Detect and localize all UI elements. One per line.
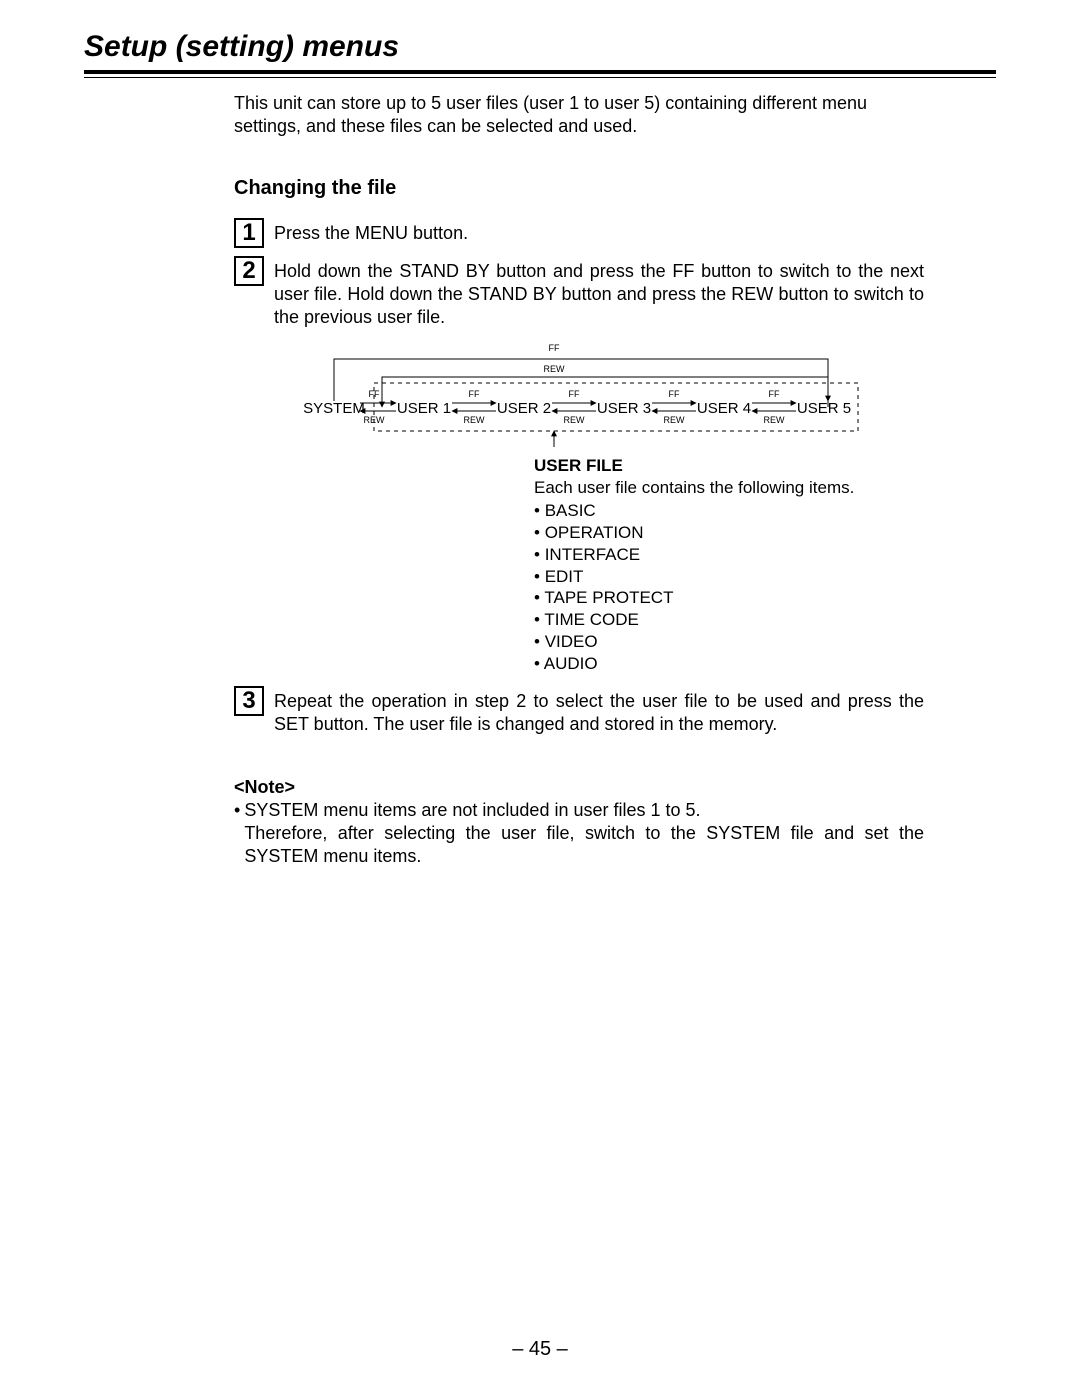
note-heading: <Note> bbox=[234, 776, 924, 799]
step-1: 1 Press the MENU button. bbox=[234, 222, 924, 248]
svg-text:REW: REW bbox=[464, 415, 486, 425]
user-file-item: INTERFACE bbox=[534, 544, 924, 566]
step-1-number: 1 bbox=[234, 218, 264, 248]
diagram-pair-0: FF REW bbox=[360, 389, 396, 425]
page: Setup (setting) menus This unit can stor… bbox=[0, 0, 1080, 1397]
user-file-item: TAPE PROTECT bbox=[534, 587, 924, 609]
section-heading: Changing the file bbox=[234, 176, 924, 202]
content-column: This unit can store up to 5 user files (… bbox=[234, 92, 924, 868]
diagram-label-ff-top: FF bbox=[549, 343, 560, 353]
step-2: 2 Hold down the STAND BY button and pres… bbox=[234, 260, 924, 329]
diagram-label-rew-top: REW bbox=[544, 364, 566, 374]
diagram-node-user1: USER 1 bbox=[397, 400, 451, 417]
diagram-node-user3: USER 3 bbox=[597, 400, 651, 417]
svg-text:REW: REW bbox=[364, 415, 386, 425]
svg-text:REW: REW bbox=[564, 415, 586, 425]
step-3-text: Repeat the operation in step 2 to select… bbox=[274, 690, 924, 736]
diagram-node-user2: USER 2 bbox=[497, 400, 551, 417]
user-file-item: VIDEO bbox=[534, 631, 924, 653]
diagram-node-user5: USER 5 bbox=[797, 400, 851, 417]
note-block: <Note> • SYSTEM menu items are not inclu… bbox=[234, 776, 924, 868]
step-3: 3 Repeat the operation in step 2 to sele… bbox=[234, 690, 924, 736]
user-file-list: BASIC OPERATION INTERFACE EDIT TAPE PROT… bbox=[534, 500, 924, 674]
user-file-item: AUDIO bbox=[534, 653, 924, 675]
diagram-node-user4: USER 4 bbox=[697, 400, 751, 417]
user-file-item: TIME CODE bbox=[534, 609, 924, 631]
svg-text:REW: REW bbox=[664, 415, 686, 425]
bullet-dot: • bbox=[234, 799, 240, 868]
step-3-number: 3 bbox=[234, 686, 264, 716]
page-title: Setup (setting) menus bbox=[84, 30, 996, 64]
user-file-item: OPERATION bbox=[534, 522, 924, 544]
user-file-item: BASIC bbox=[534, 500, 924, 522]
step-2-text: Hold down the STAND BY button and press … bbox=[274, 260, 924, 329]
intro-text: This unit can store up to 5 user files (… bbox=[234, 92, 924, 138]
svg-text:FF: FF bbox=[369, 389, 380, 399]
svg-text:FF: FF bbox=[669, 389, 680, 399]
svg-text:FF: FF bbox=[569, 389, 580, 399]
diagram-pair-2: FF REW bbox=[552, 389, 596, 425]
user-file-intro: Each user file contains the following it… bbox=[534, 477, 924, 499]
step-1-text: Press the MENU button. bbox=[274, 222, 924, 248]
note-line-1: SYSTEM menu items are not included in us… bbox=[244, 800, 700, 820]
user-file-heading: USER FILE bbox=[534, 455, 924, 477]
svg-text:FF: FF bbox=[769, 389, 780, 399]
diagram-pair-3: FF REW bbox=[652, 389, 696, 425]
svg-text:FF: FF bbox=[469, 389, 480, 399]
diagram-pair-1: FF REW bbox=[452, 389, 496, 425]
user-file-diagram: FF REW SYSTEM USER 1 USER 2 USER 3 USER … bbox=[234, 341, 924, 451]
page-number: – 45 – bbox=[0, 1338, 1080, 1361]
note-line-2: Therefore, after selecting the user file… bbox=[244, 823, 924, 866]
step-2-number: 2 bbox=[234, 256, 264, 286]
title-rule bbox=[84, 70, 996, 74]
svg-text:REW: REW bbox=[764, 415, 786, 425]
user-file-block: USER FILE Each user file contains the fo… bbox=[534, 455, 924, 675]
diagram-pair-4: FF REW bbox=[752, 389, 796, 425]
diagram-svg: FF REW SYSTEM USER 1 USER 2 USER 3 USER … bbox=[234, 341, 874, 451]
note-bullet: • SYSTEM menu items are not included in … bbox=[234, 799, 924, 868]
user-file-item: EDIT bbox=[534, 566, 924, 588]
diagram-node-system: SYSTEM bbox=[303, 400, 365, 417]
